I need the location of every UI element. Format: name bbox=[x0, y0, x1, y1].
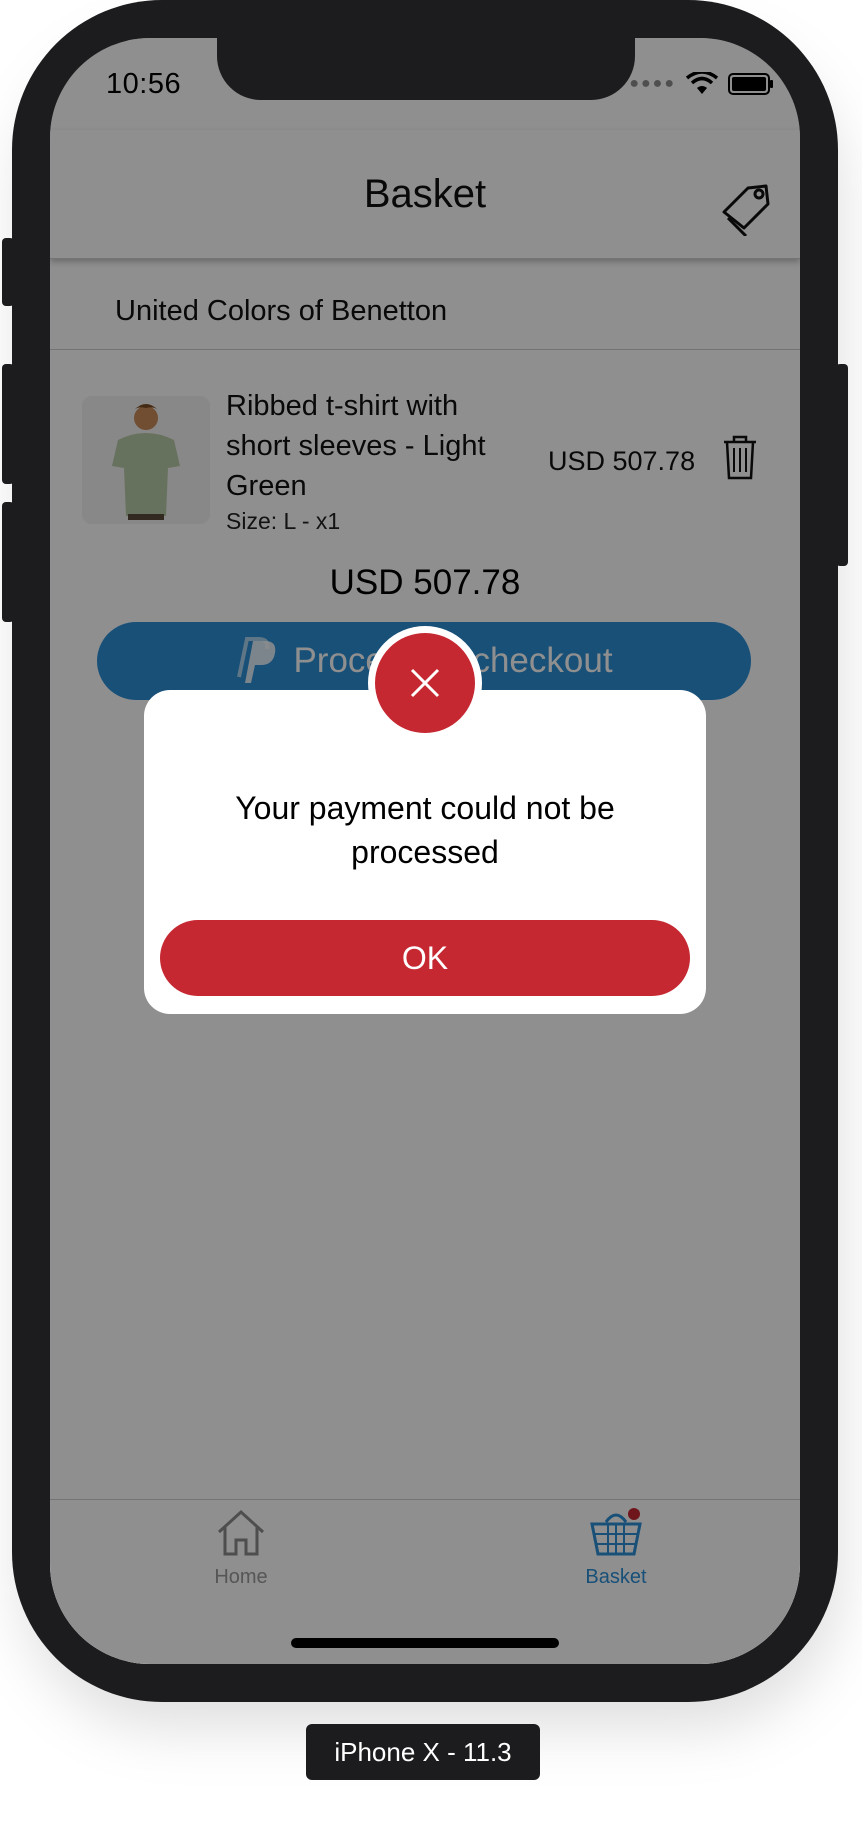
alert-badge bbox=[368, 626, 482, 740]
notch bbox=[217, 38, 635, 100]
phone-screen: 10:56 ●●●● Basket United Colors of Benet… bbox=[50, 38, 800, 1664]
side-button-mute bbox=[2, 238, 14, 306]
home-indicator bbox=[291, 1638, 559, 1648]
side-button-volume-down bbox=[2, 502, 14, 622]
side-button-power bbox=[836, 364, 848, 566]
ok-button[interactable]: OK bbox=[160, 920, 690, 996]
side-button-volume-up bbox=[2, 364, 14, 484]
close-icon bbox=[410, 668, 440, 698]
alert-message: Your payment could not be processed bbox=[235, 790, 615, 870]
device-label: iPhone X - 11.3 bbox=[306, 1724, 540, 1780]
